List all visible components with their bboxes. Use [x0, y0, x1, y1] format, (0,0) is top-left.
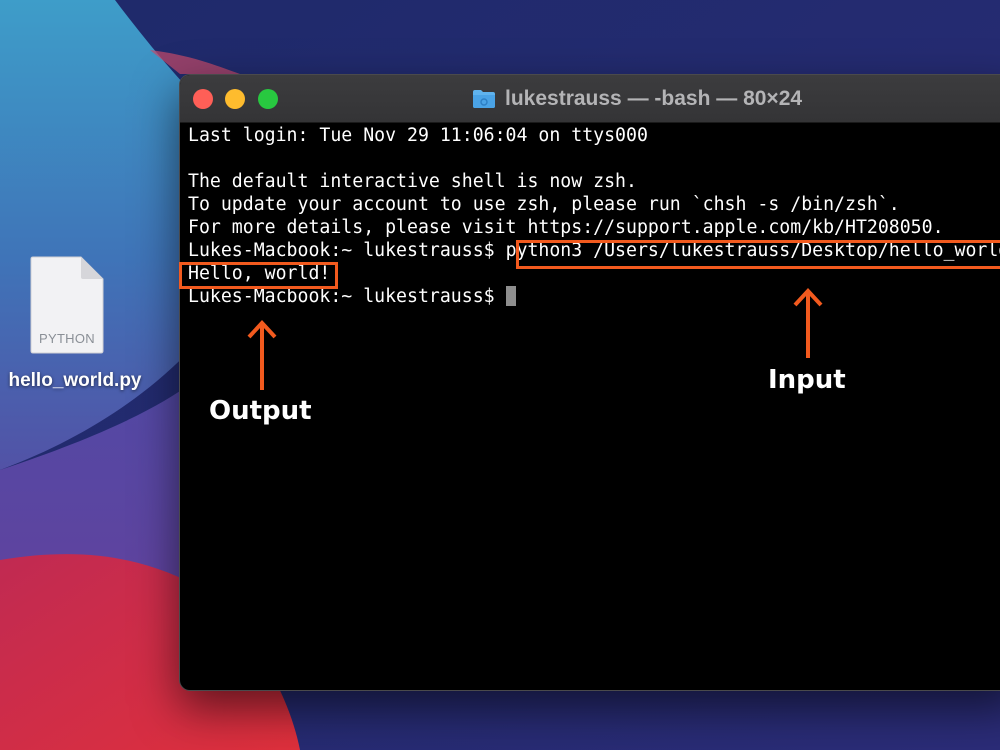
input-highlight-box	[516, 240, 1000, 269]
arrow-up-icon	[247, 320, 277, 390]
terminal-line: For more details, please visit https://s…	[188, 217, 944, 238]
terminal-line: To update your account to use zsh, pleas…	[188, 194, 900, 215]
shell-prompt: Lukes-Macbook:~ lukestrauss$	[188, 286, 495, 307]
minimize-button[interactable]	[225, 89, 245, 109]
terminal-line: The default interactive shell is now zsh…	[188, 171, 637, 192]
python-file-icon[interactable]: PYTHON	[29, 255, 105, 355]
output-callout-label: Output	[209, 396, 312, 426]
file-kind-label: PYTHON	[39, 331, 95, 346]
shell-prompt: Lukes-Macbook:~ lukestrauss$	[188, 240, 495, 261]
close-button[interactable]	[193, 89, 213, 109]
output-highlight-box	[179, 262, 338, 289]
window-title-text: lukestrauss — -bash — 80×24	[505, 87, 803, 110]
input-callout-label: Input	[768, 365, 846, 395]
text-cursor	[505, 286, 516, 306]
window-title: lukestrauss — -bash — 80×24	[472, 86, 802, 112]
file-name-label[interactable]: hello_world.py	[0, 370, 160, 392]
terminal-window[interactable]: lukestrauss — -bash — 80×24 Last login: …	[179, 74, 1000, 691]
folder-icon	[473, 90, 495, 108]
terminal-line: Last login: Tue Nov 29 11:06:04 on ttys0…	[188, 125, 648, 146]
window-titlebar[interactable]: lukestrauss — -bash — 80×24	[180, 75, 1000, 123]
arrow-up-icon	[793, 288, 823, 358]
zoom-button[interactable]	[258, 89, 278, 109]
